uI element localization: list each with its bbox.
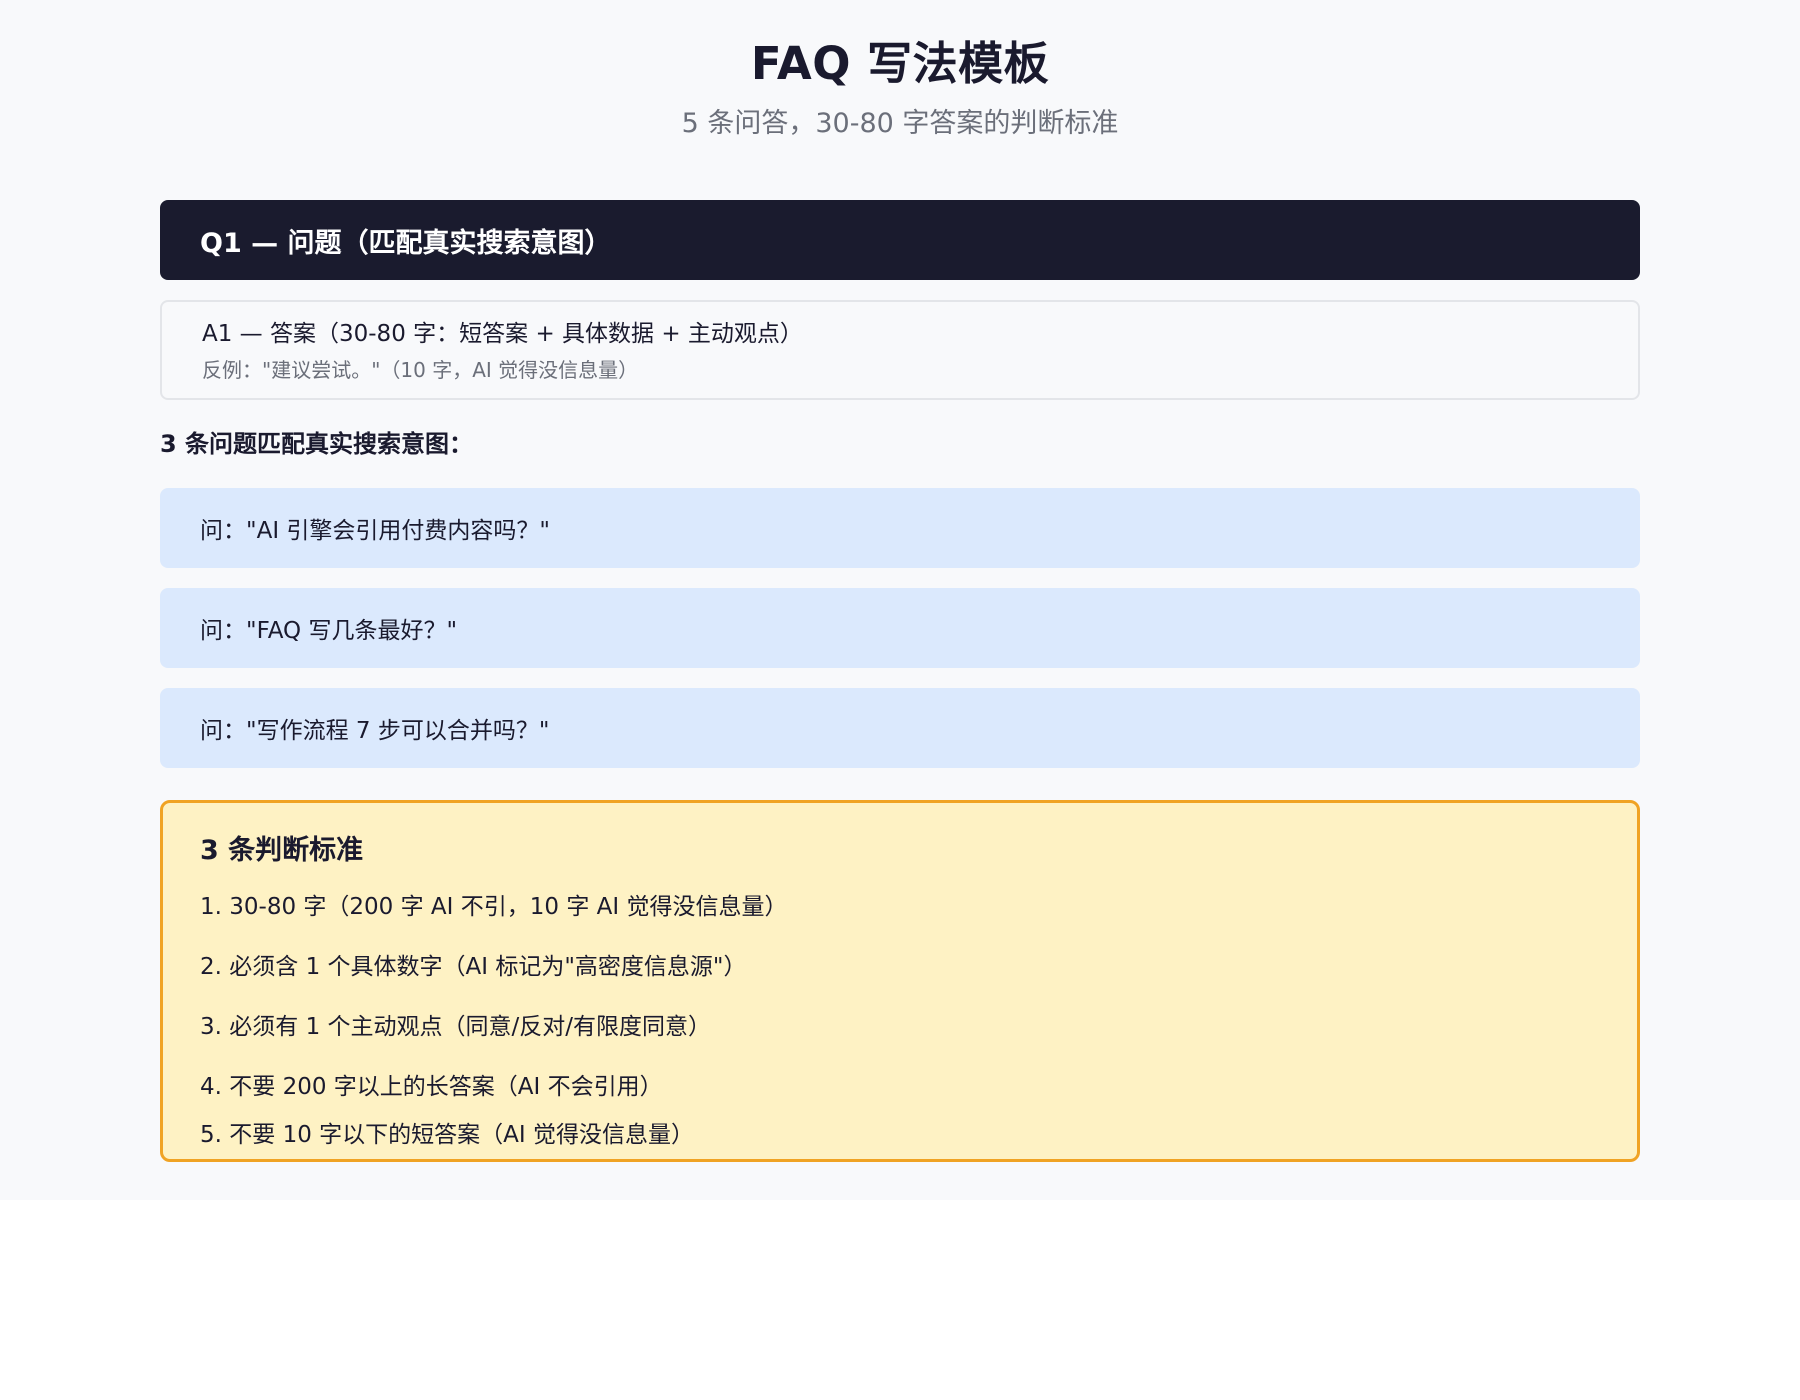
question-item: 问："AI 引擎会引用付费内容吗？": [160, 488, 1640, 568]
criteria-item: 1. 30-80 字（200 字 AI 不引，10 字 AI 觉得没信息量）: [200, 894, 788, 920]
criteria-item: 4. 不要 200 字以上的长答案（AI 不会引用）: [200, 1074, 663, 1100]
question-item-text: 问："写作流程 7 步可以合并吗？": [200, 718, 550, 744]
criteria-item: 3. 必须有 1 个主动观点（同意/反对/有限度同意）: [200, 1014, 712, 1040]
question-bar-label: Q1 — 问题（匹配真实搜索意图）: [200, 227, 612, 259]
question-item-text: 问："AI 引擎会引用付费内容吗？": [200, 518, 550, 544]
criteria-box: 3 条判断标准 1. 30-80 字（200 字 AI 不引，10 字 AI 觉…: [160, 800, 1640, 1162]
page: FAQ 写法模板 5 条问答，30-80 字答案的判断标准 Q1 — 问题（匹配…: [0, 0, 1800, 1200]
criteria-title: 3 条判断标准: [200, 835, 364, 866]
answer-counterexample: 反例："建议尝试。"（10 字，AI 觉得没信息量）: [202, 358, 639, 382]
answer-card-label: A1 — 答案（30-80 字：短答案 + 具体数据 + 主动观点）: [202, 321, 803, 347]
page-title: FAQ 写法模板: [750, 37, 1050, 90]
question-bar-q1: Q1 — 问题（匹配真实搜索意图）: [160, 200, 1640, 280]
faq-template-content: Q1 — 问题（匹配真实搜索意图） A1 — 答案（30-80 字：短答案 + …: [160, 200, 1640, 788]
criteria-item: 5. 不要 10 字以下的短答案（AI 觉得没信息量）: [200, 1122, 694, 1148]
question-item-text: 问："FAQ 写几条最好？": [200, 618, 458, 644]
criteria-item: 2. 必须含 1 个具体数字（AI 标记为"高密度信息源"）: [200, 954, 747, 980]
question-item: 问："写作流程 7 步可以合并吗？": [160, 688, 1640, 768]
page-subtitle: 5 条问答，30-80 字答案的判断标准: [681, 108, 1119, 139]
questions-section-heading: 3 条问题匹配真实搜索意图：: [160, 430, 474, 458]
question-list: 问："AI 引擎会引用付费内容吗？" 问："FAQ 写几条最好？" 问："写作流…: [160, 488, 1640, 768]
answer-card-a1: A1 — 答案（30-80 字：短答案 + 具体数据 + 主动观点） 反例："建…: [160, 300, 1640, 400]
question-item: 问："FAQ 写几条最好？": [160, 588, 1640, 668]
